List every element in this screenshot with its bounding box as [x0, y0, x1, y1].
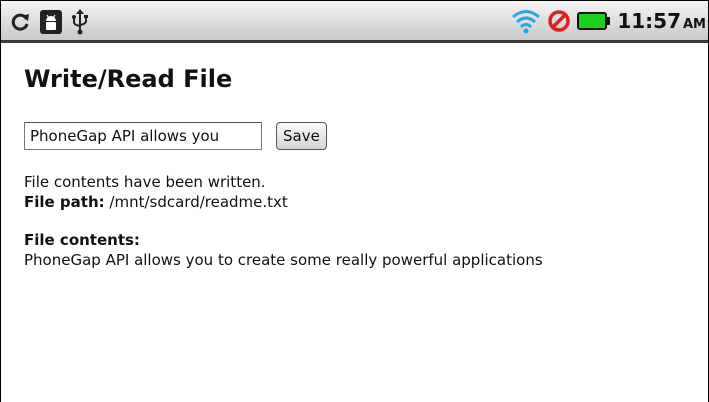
file-contents-text: PhoneGap API allows you to create some r… [24, 251, 543, 269]
page-content: Write/Read File Save File contents have … [24, 65, 694, 270]
usb-icon [71, 9, 89, 35]
file-path-value: /mnt/sdcard/readme.txt [104, 193, 288, 211]
device-screen: 11:57AM Write/Read File Save File conten… [0, 0, 709, 402]
clock-time: 11:57 [617, 9, 681, 33]
file-contents-section: File contents: PhoneGap API allows you t… [24, 230, 694, 270]
write-form: Save [24, 122, 694, 150]
page-title: Write/Read File [24, 65, 233, 93]
save-button[interactable]: Save [276, 122, 327, 150]
no-signal-icon [547, 9, 571, 33]
file-path-label: File path: [24, 193, 105, 211]
status-bar-left [9, 8, 89, 36]
clock-ampm: AM [683, 17, 706, 32]
file-contents-label: File contents: [24, 231, 140, 249]
status-bar-right: 11:57 AM [511, 6, 706, 36]
write-status: File contents have been written. File pa… [24, 172, 694, 212]
sync-icon [9, 11, 31, 33]
android-debug-icon [39, 9, 63, 35]
status-bar: 11:57 AM [1, 1, 708, 43]
file-path-line: File path: /mnt/sdcard/readme.txt [24, 192, 694, 212]
wifi-icon [511, 8, 541, 34]
file-text-input[interactable] [24, 122, 262, 150]
status-message: File contents have been written. [24, 173, 266, 191]
status-clock: 11:57 AM [617, 9, 706, 33]
battery-icon [577, 12, 611, 30]
